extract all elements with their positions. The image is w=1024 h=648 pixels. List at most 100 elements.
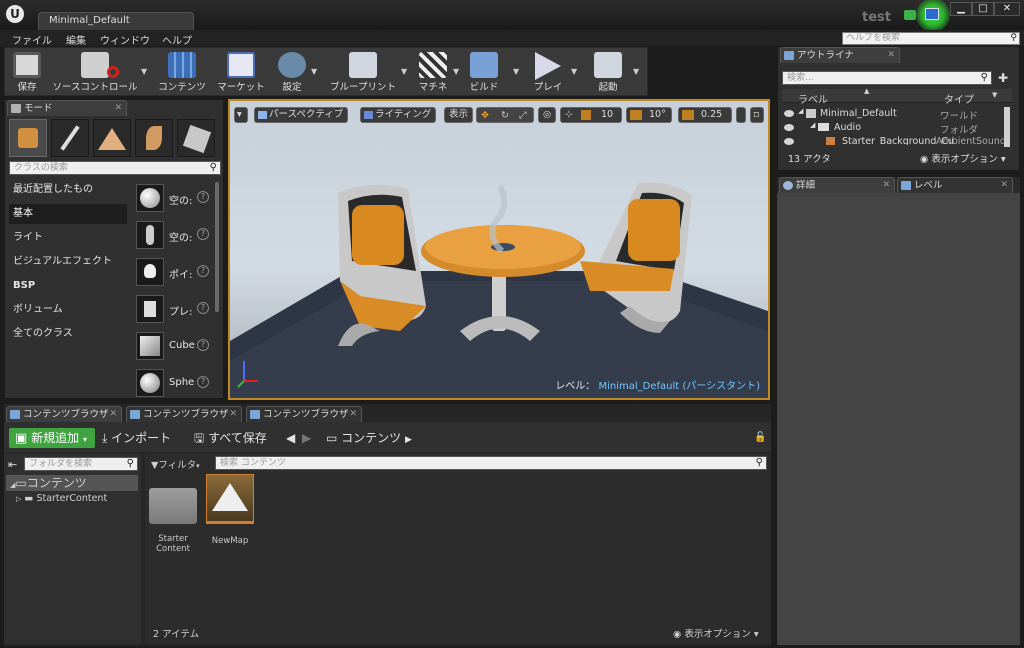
settings-button[interactable]: 設定 (273, 48, 311, 96)
category-visual-effects[interactable]: ビジュアルエフェクト (9, 252, 127, 272)
outliner-search-input[interactable]: 検索... ⚲ (782, 71, 992, 85)
content-button[interactable]: コンテンツ (157, 48, 207, 96)
content-browser-tab[interactable]: コンテンツブラウザ ✕ (246, 406, 362, 422)
close-icon[interactable]: ✕ (887, 48, 895, 63)
save-button[interactable]: 保存 (9, 48, 45, 96)
help-icon[interactable]: ? (197, 302, 209, 314)
outliner-scrollbar[interactable] (1004, 107, 1010, 147)
add-filter-icon[interactable]: ✚ (998, 71, 1014, 85)
outliner-row[interactable]: ◢ Audio フォルダ (782, 121, 1004, 136)
placeable-item[interactable]: Cube? (133, 330, 213, 362)
collapse-sources-icon[interactable]: ⇤ (8, 458, 17, 471)
transform-tools[interactable]: ✥ ↻ ⤢ (476, 107, 534, 123)
launch-button[interactable]: 起動 (585, 48, 631, 96)
close-icon[interactable]: ✕ (114, 101, 122, 116)
viewport-options-button[interactable]: ▾ (234, 107, 248, 123)
close-icon[interactable]: ✕ (882, 178, 890, 193)
blueprint-button[interactable]: ブループリント (325, 48, 401, 96)
coordinate-system-button[interactable]: ◎ (538, 107, 556, 123)
outliner-row[interactable]: Starter_Background_Cu AmbientSound (782, 135, 1004, 145)
asset-folder-startercontent[interactable]: Starter Content (146, 480, 200, 554)
matinee-dropdown-icon[interactable]: ▼ (453, 67, 459, 76)
close-icon[interactable]: ✕ (109, 407, 117, 422)
feedback-icon[interactable] (904, 10, 916, 20)
tree-item-content[interactable]: ◢▭コンテンツ (6, 475, 138, 491)
menu-window[interactable]: ウィンドウ (100, 32, 150, 47)
content-browser-tab[interactable]: コンテンツブラウザ ✕ (6, 406, 122, 422)
folder-search-input[interactable]: フォルダを検索 ⚲ (24, 457, 138, 471)
close-icon[interactable]: ✕ (229, 407, 237, 422)
foliage-mode-button[interactable] (135, 119, 173, 157)
rotate-icon[interactable]: ↻ (501, 109, 509, 123)
category-all-classes[interactable]: 全てのクラス (9, 324, 127, 344)
visibility-eye-icon[interactable] (784, 124, 794, 131)
build-dropdown-icon[interactable]: ▼ (513, 67, 519, 76)
placeable-item[interactable]: 空の:? (133, 182, 213, 214)
matinee-button[interactable]: マチネ (413, 48, 453, 96)
blueprint-dropdown-icon[interactable]: ▼ (401, 67, 407, 76)
placeable-item[interactable]: Sphe? (133, 367, 213, 399)
category-lights[interactable]: ライト (9, 228, 127, 248)
help-search-input[interactable]: ヘルプを検索 ⚲ (842, 32, 1020, 45)
path-breadcrumb[interactable]: ▭ コンテンツ ▶ (326, 428, 412, 448)
menu-file[interactable]: ファイル (12, 32, 52, 47)
landscape-mode-button[interactable] (93, 119, 131, 157)
category-volumes[interactable]: ボリューム (9, 300, 127, 320)
class-search-input[interactable]: クラスの検索 ⚲ (9, 161, 221, 175)
column-options-icon[interactable]: ▼ (992, 91, 997, 99)
placeable-item[interactable]: プレ:? (133, 293, 213, 325)
label-column-header[interactable]: ラベル (798, 91, 828, 106)
grid-snap-button[interactable]: ⊹ 10 (560, 107, 622, 123)
category-bsp[interactable]: BSP (9, 276, 127, 296)
close-icon[interactable]: ✕ (1000, 178, 1008, 193)
settings-dropdown-icon[interactable]: ▼ (311, 67, 317, 76)
visibility-eye-icon[interactable] (784, 138, 794, 145)
help-icon[interactable]: ? (197, 265, 209, 277)
placeable-item[interactable]: 空の:? (133, 219, 213, 251)
modes-scrollbar[interactable] (215, 182, 219, 312)
rotation-snap-button[interactable]: 10° (626, 107, 672, 123)
help-icon[interactable]: ? (197, 228, 209, 240)
level-viewport[interactable]: ▾ パースペクティブ ライティング 表示 ✥ ↻ ⤢ ◎ ⊹ 10 10° 0.… (228, 99, 770, 400)
content-browser-tab[interactable]: コンテンツブラウザ ✕ (126, 406, 242, 422)
scale-snap-button[interactable]: 0.25 (678, 107, 732, 123)
close-button[interactable]: ✕ (994, 2, 1020, 16)
save-all-button[interactable]: 🖫 すべて保存 (194, 428, 267, 448)
add-new-button[interactable]: ▣ 新規追加 ▾ (9, 428, 95, 448)
translate-icon[interactable]: ✥ (481, 109, 489, 123)
filter-button[interactable]: ▼フィルタ▾ (151, 457, 200, 471)
lock-icon[interactable]: 🔓 (754, 428, 766, 448)
geometry-mode-button[interactable] (177, 119, 215, 157)
path-arrow-icon[interactable]: ▶ (405, 435, 412, 445)
notification-icon[interactable] (925, 8, 939, 20)
build-button[interactable]: ビルド (465, 48, 503, 96)
source-control-button[interactable]: ソースコントロール (49, 48, 141, 96)
maximize-viewport-button[interactable]: ▫ (750, 107, 764, 123)
placeable-item[interactable]: ポイ:? (133, 256, 213, 288)
help-icon[interactable]: ? (197, 376, 209, 388)
marketplace-button[interactable]: マーケット (213, 48, 269, 96)
perspective-button[interactable]: パースペクティブ (254, 107, 349, 123)
camera-speed-button[interactable] (736, 107, 746, 123)
expand-arrow-icon[interactable]: ◢ (798, 107, 803, 115)
details-tab[interactable]: 詳細 ✕ (779, 177, 895, 193)
lighting-mode-button[interactable]: ライティング (360, 107, 437, 123)
play-button[interactable]: プレイ (525, 48, 571, 96)
source-control-dropdown-icon[interactable]: ▼ (141, 67, 147, 76)
play-dropdown-icon[interactable]: ▼ (571, 67, 577, 76)
levels-tab[interactable]: レベル ✕ (897, 177, 1013, 193)
launch-dropdown-icon[interactable]: ▼ (633, 67, 639, 76)
scale-icon[interactable]: ⤢ (519, 109, 527, 123)
category-recent[interactable]: 最近配置したもの (9, 180, 127, 200)
asset-map-newmap[interactable]: NewMap (203, 474, 257, 546)
maximize-button[interactable]: □ (972, 2, 994, 16)
asset-view-options-button[interactable]: ◉ 表示オプション ▾ (673, 626, 759, 640)
expand-arrow-icon[interactable]: ◢ (810, 121, 815, 129)
place-mode-button[interactable] (9, 119, 47, 157)
tree-item-startercontent[interactable]: ▷ ▬ StarterContent (16, 493, 107, 504)
asset-search-input[interactable]: 検索 コンテンツ ⚲ (215, 456, 767, 470)
outliner-tab[interactable]: アウトライナ ✕ (780, 47, 900, 63)
category-basic[interactable]: 基本 (9, 204, 127, 224)
help-icon[interactable]: ? (197, 191, 209, 203)
close-icon[interactable]: ✕ (349, 407, 357, 422)
